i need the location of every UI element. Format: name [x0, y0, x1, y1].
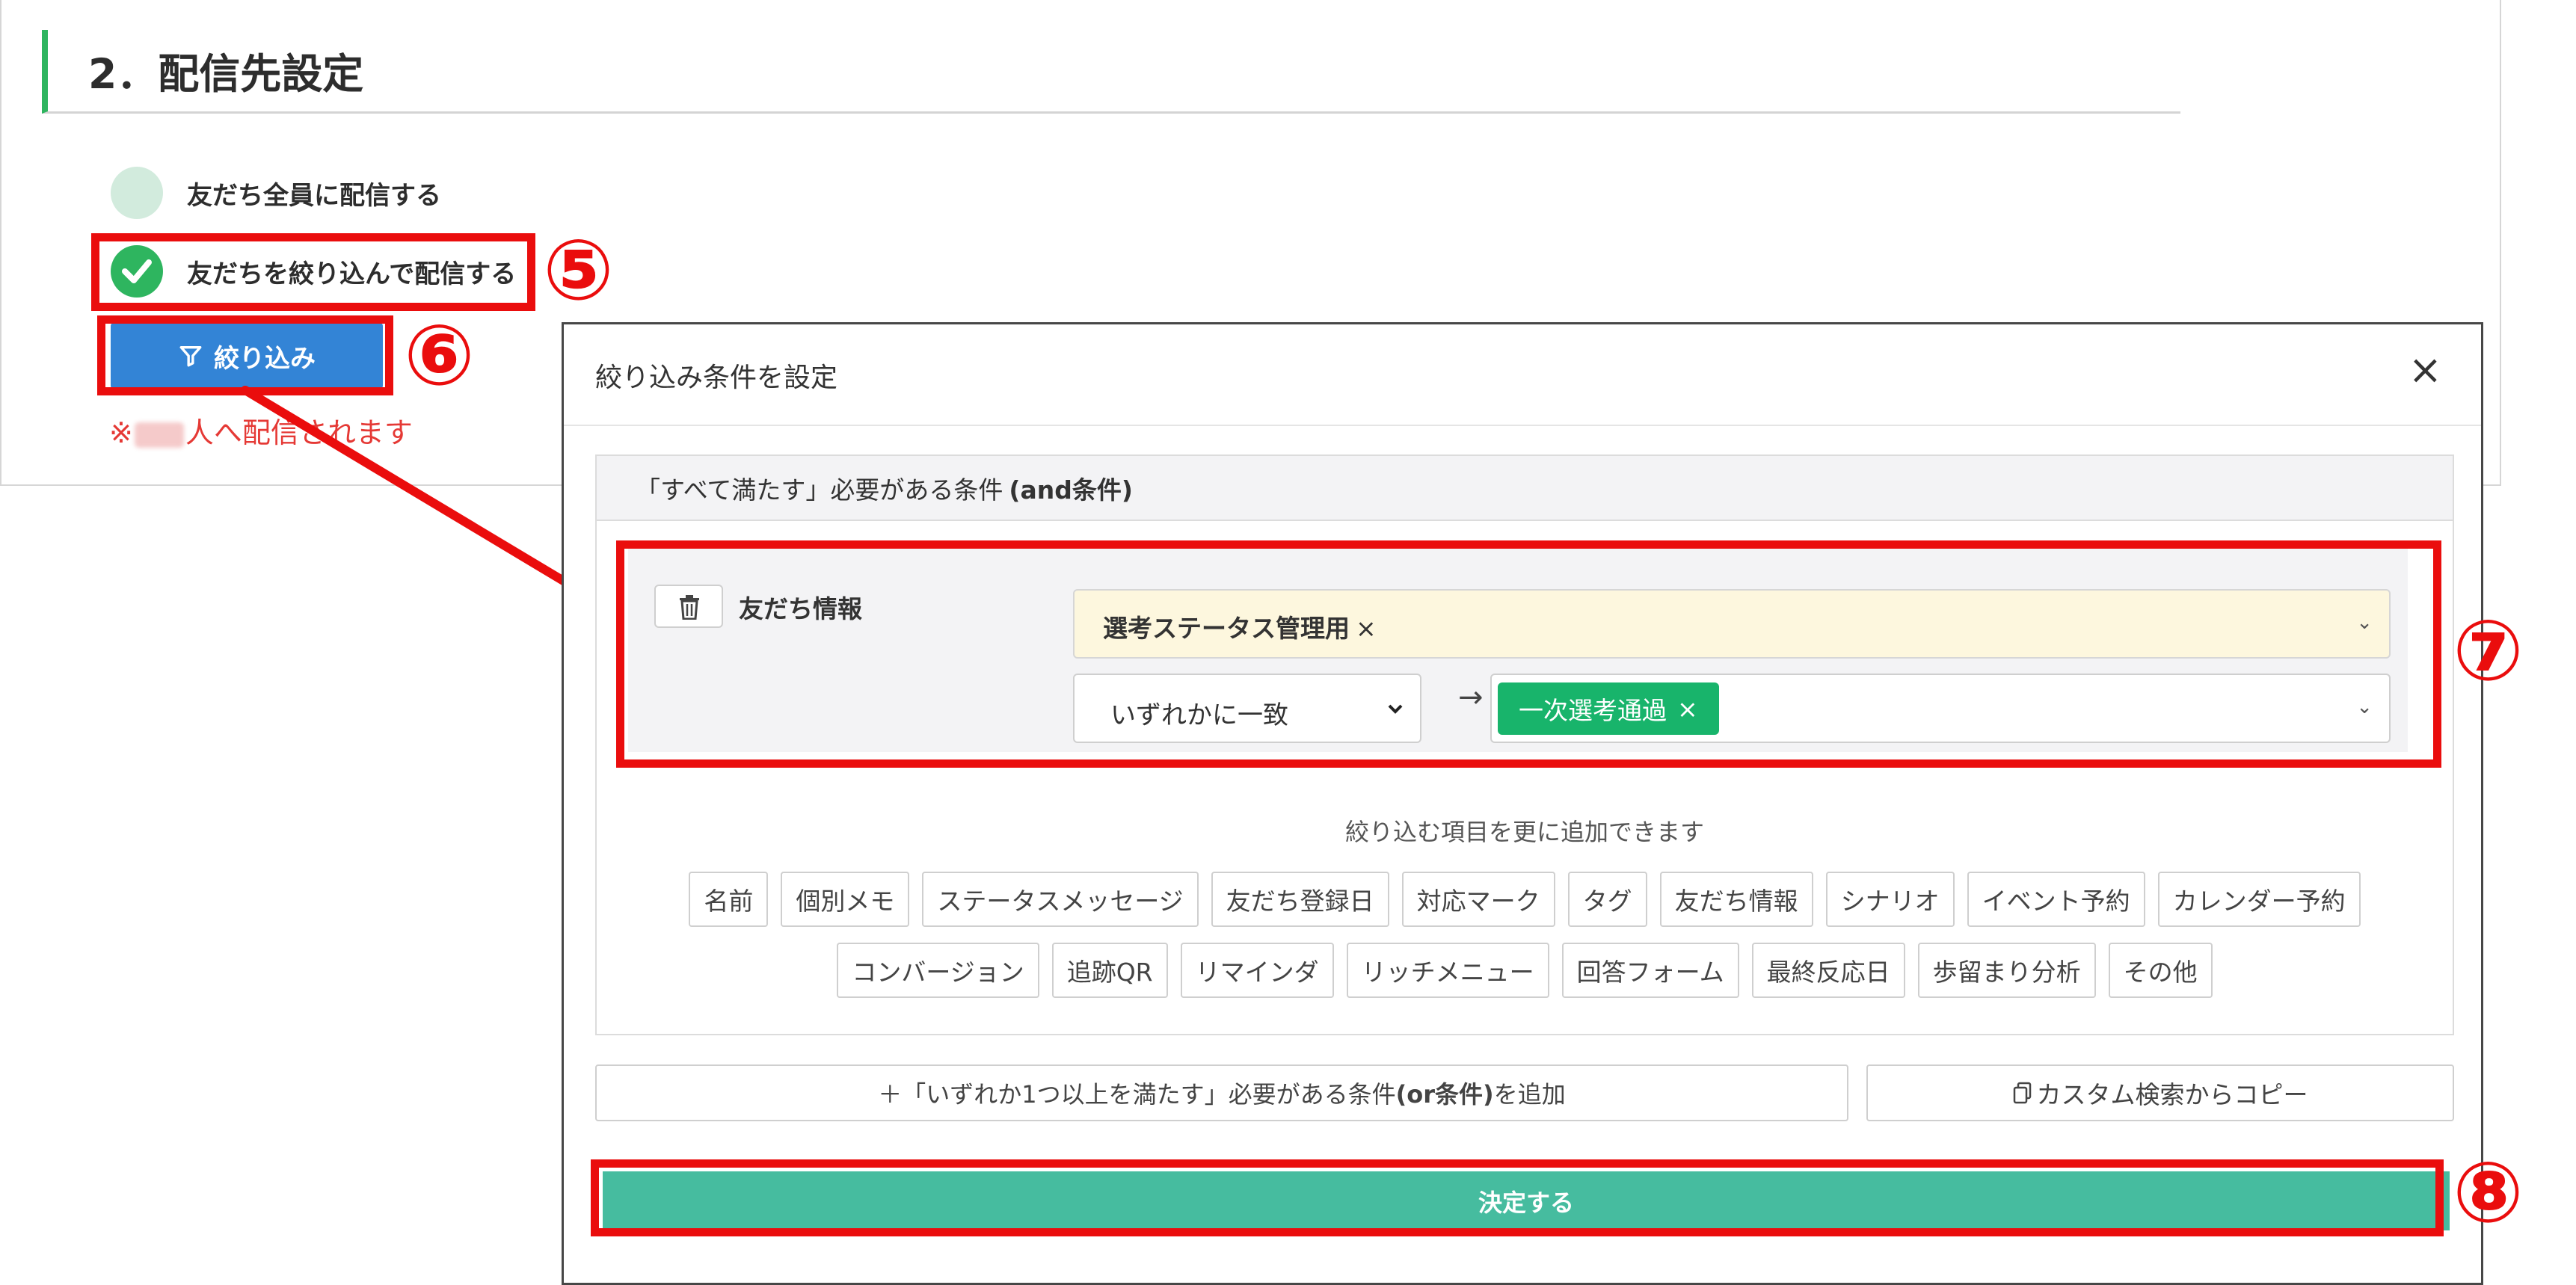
chip-tag[interactable]: タグ	[1567, 872, 1647, 927]
annotation-number-7: ⑦	[2453, 603, 2524, 700]
or-button-suffix: を追加	[1493, 1080, 1566, 1109]
add-item-hint: 絞り込む項目を更に追加できます	[1344, 818, 1704, 846]
chip-yield-analysis[interactable]: 歩留まり分析	[1917, 943, 2096, 998]
chip-other[interactable]: その他	[2108, 943, 2213, 998]
chip-last-reaction-date[interactable]: 最終反応日	[1751, 943, 1905, 998]
and-condition-header: 「すべて満たす」必要がある条件 (and条件)	[597, 456, 2453, 521]
modal-header: 絞り込み条件を設定 ×	[564, 324, 2481, 426]
and-header-bold: (and条件)	[1009, 475, 1133, 505]
chip-friend-info[interactable]: 友だち情報	[1659, 872, 1813, 927]
annotation-box-7	[616, 540, 2441, 768]
annotation-box-8	[591, 1159, 2444, 1236]
chip-calendar-reservation[interactable]: カレンダー予約	[2157, 872, 2361, 927]
or-button-prefix: ＋「いずれか1つ以上を満たす」必要がある条件	[878, 1080, 1396, 1109]
add-or-condition-button[interactable]: ＋「いずれか1つ以上を満たす」必要がある条件 (or条件) を追加	[595, 1064, 1848, 1121]
modal-title: 絞り込み条件を設定	[595, 363, 838, 393]
chip-event-reservation[interactable]: イベント予約	[1967, 872, 2145, 927]
and-header-text: 「すべて満たす」必要がある条件	[636, 475, 1003, 505]
chip-answer-form[interactable]: 回答フォーム	[1561, 943, 1739, 998]
chip-memo[interactable]: 個別メモ	[781, 872, 910, 927]
filter-modal: 絞り込み条件を設定 × 「すべて満たす」必要がある条件 (and条件) 友だち情…	[562, 322, 2483, 1285]
close-icon[interactable]: ×	[2409, 350, 2442, 390]
copy-icon	[2013, 1082, 2031, 1104]
chip-name[interactable]: 名前	[689, 872, 769, 927]
copy-from-custom-search-button[interactable]: カスタム検索からコピー	[1866, 1064, 2454, 1121]
chip-reminder[interactable]: リマインダ	[1180, 943, 1334, 998]
chip-scenario[interactable]: シナリオ	[1825, 872, 1955, 927]
chip-rich-menu[interactable]: リッチメニュー	[1346, 943, 1549, 998]
or-button-bold: (or条件)	[1395, 1080, 1494, 1109]
chip-registration-date[interactable]: 友だち登録日	[1211, 872, 1389, 927]
copy-button-label: カスタム検索からコピー	[2036, 1080, 2308, 1109]
chip-response-mark[interactable]: 対応マーク	[1401, 872, 1555, 927]
chip-conversion[interactable]: コンバージョン	[837, 943, 1039, 998]
chip-status-message[interactable]: ステータスメッセージ	[922, 872, 1199, 927]
filter-item-chips-row2: コンバージョン 追跡QR リマインダ リッチメニュー 回答フォーム 最終反応日 …	[597, 943, 2453, 998]
chip-tracking-qr[interactable]: 追跡QR	[1051, 943, 1168, 998]
filter-item-chips-row1: 名前 個別メモ ステータスメッセージ 友だち登録日 対応マーク タグ 友だち情報…	[597, 872, 2453, 927]
annotation-number-8: ⑧	[2453, 1144, 2524, 1242]
